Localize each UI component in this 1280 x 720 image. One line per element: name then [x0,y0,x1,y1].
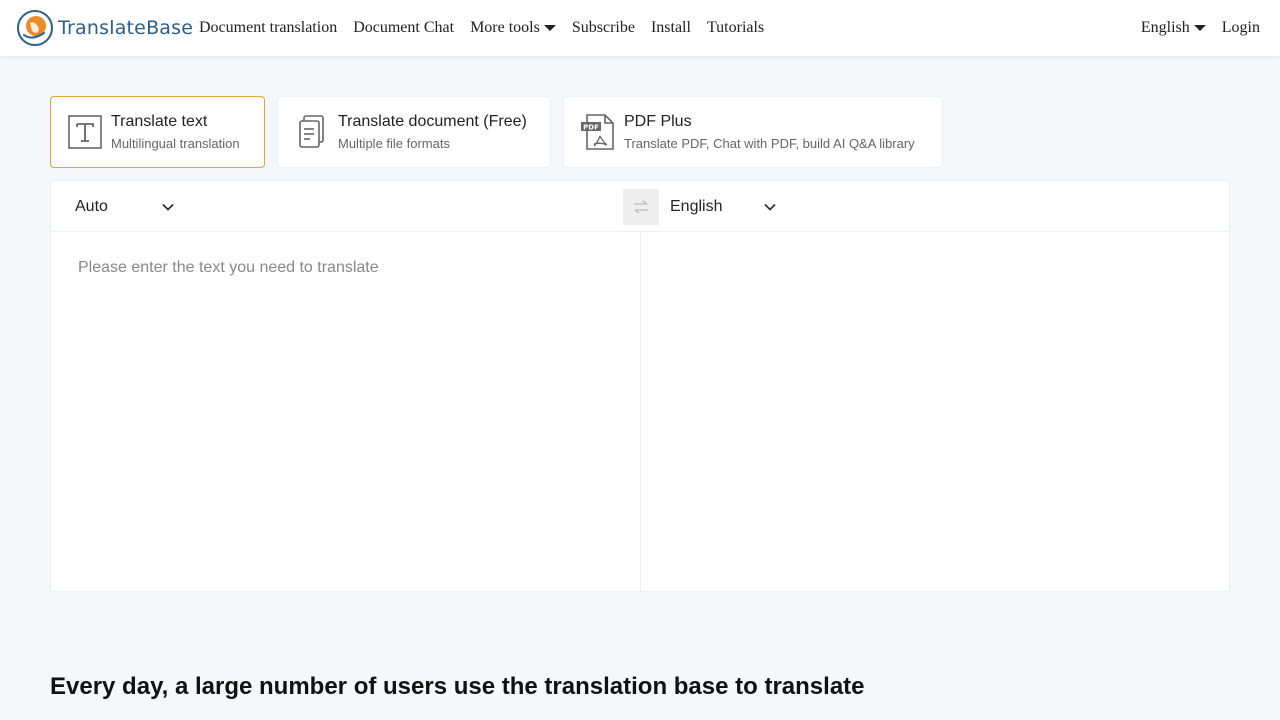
nav-install[interactable]: Install [651,19,691,37]
mode-subtitle: Multilingual translation [111,136,240,151]
nav-document-translation[interactable]: Document translation [199,19,337,37]
chevron-down-icon [162,203,174,211]
target-language-select[interactable]: English [670,181,777,232]
header-actions: English Login [1141,0,1260,56]
mode-subtitle: Translate PDF, Chat with PDF, build AI Q… [624,136,915,151]
language-label: English [1140,19,1190,36]
nav-more-tools[interactable]: More tools [470,19,556,37]
login-link[interactable]: Login [1222,19,1260,37]
nav-tutorials[interactable]: Tutorials [707,19,764,37]
caret-down-icon [1193,25,1206,31]
nav-document-chat[interactable]: Document Chat [353,19,454,37]
nav-subscribe[interactable]: Subscribe [572,19,635,37]
translator-panel: Auto English [50,180,1230,592]
language-switcher[interactable]: English [1141,19,1206,37]
pdf-icon: PDF [580,112,616,152]
brand-name: TranslateBase [58,17,194,39]
pdf-badge-text: PDF [583,124,599,132]
panel-divider [640,233,641,591]
swap-languages-button[interactable] [623,189,659,225]
nav-more-tools-label: More tools [470,19,540,36]
document-icon [294,112,330,152]
top-navbar: TranslateBase Document translation Docum… [0,0,1280,56]
source-text-input[interactable] [51,233,641,591]
swap-arrows-icon [634,200,648,214]
mode-title: PDF Plus [624,113,692,130]
mode-title: Translate document (Free) [338,113,527,130]
source-language-select[interactable]: Auto [75,181,175,232]
caret-down-icon [543,25,556,31]
section-headline: Every day, a large number of users use t… [50,673,865,700]
target-language-label: English [670,197,723,215]
mode-title: Translate text [111,113,208,130]
language-bar: Auto English [51,181,1229,232]
mode-pdf-plus[interactable]: PDF PDF Plus Translate PDF, Chat with PD… [563,96,943,168]
chevron-down-icon [764,203,776,211]
translation-output [642,233,1229,591]
brand-logo[interactable]: TranslateBase [16,9,193,47]
mode-translate-document[interactable]: Translate document (Free) Multiple file … [277,96,551,168]
globe-logo-icon [17,10,53,46]
main-nav: Document translation Document Chat More … [199,0,780,56]
text-t-icon [67,112,103,152]
mode-translate-text[interactable]: Translate text Multilingual translation [50,96,265,168]
source-language-label: Auto [75,197,108,215]
mode-subtitle: Multiple file formats [338,136,450,151]
